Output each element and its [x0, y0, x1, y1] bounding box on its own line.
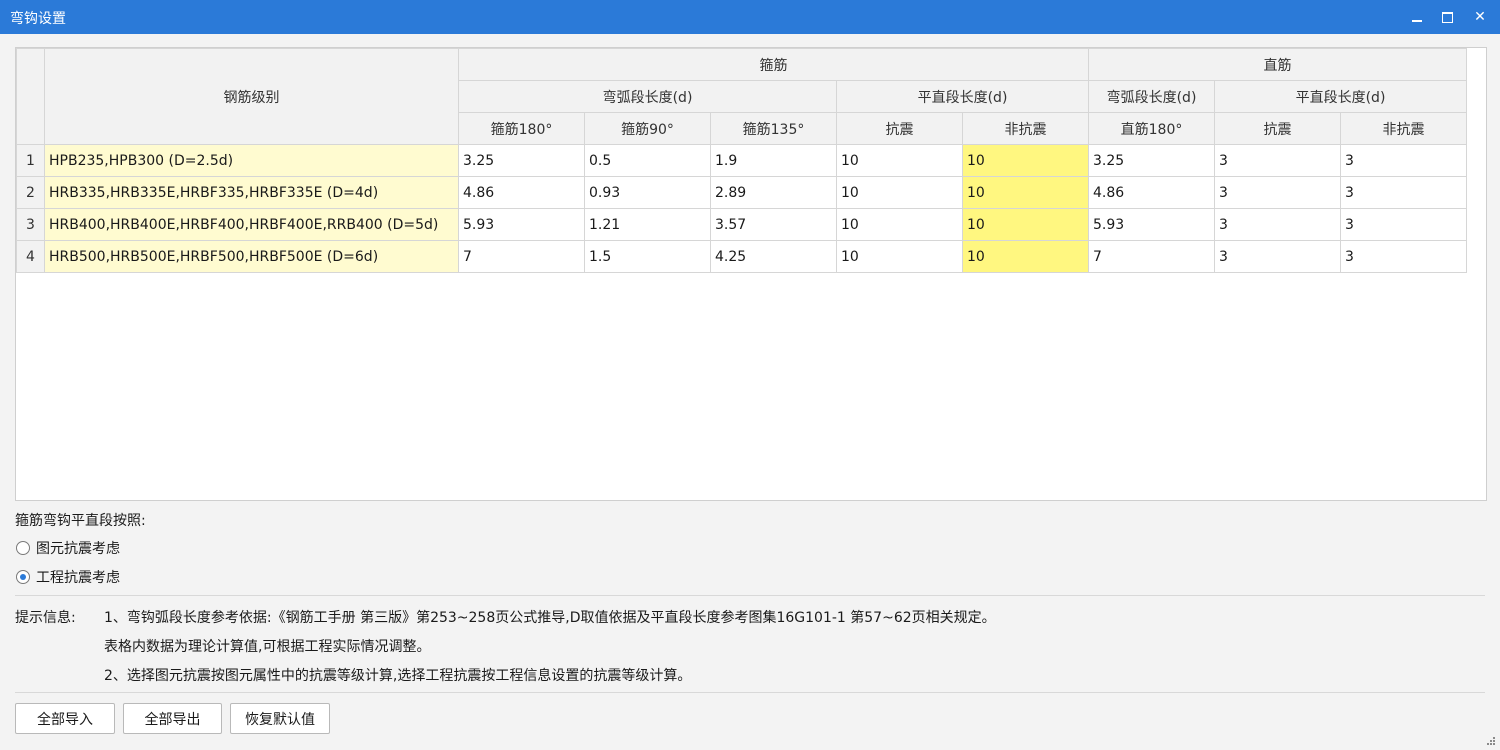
header-nonseismic: 非抗震: [962, 112, 1089, 145]
row-number[interactable]: 4: [16, 240, 45, 273]
minimize-icon[interactable]: [1403, 5, 1431, 29]
divider: [15, 692, 1485, 693]
header-stirrup-arc: 弯弧段长度(d): [458, 80, 837, 113]
hint-line-1: 1、弯钩弧段长度参考依据:《钢筋工手册 第三版》第253~258页公式推导,D取…: [104, 610, 996, 626]
cell-s180[interactable]: 4.86: [1088, 176, 1215, 209]
window-title: 弯钩设置: [10, 11, 66, 27]
cell-c180[interactable]: 4.86: [458, 176, 585, 209]
cell-c180[interactable]: 7: [458, 240, 585, 273]
grade-cell: HPB235,HPB300 (D=2.5d): [44, 144, 459, 177]
radio-icon[interactable]: [16, 541, 30, 555]
cell-c180[interactable]: 3.25: [458, 144, 585, 177]
header-stirrup-flat: 平直段长度(d): [836, 80, 1089, 113]
table-row: 3 HRB400,HRB400E,HRBF400,HRBF400E,RRB400…: [16, 208, 1467, 241]
close-icon[interactable]: ✕: [1466, 5, 1494, 29]
cell-seismic[interactable]: 10: [836, 144, 963, 177]
row-number[interactable]: 2: [16, 176, 45, 209]
cell-nonseismic[interactable]: 10: [962, 144, 1089, 177]
title-bar: 弯钩设置 ✕: [0, 0, 1500, 34]
resize-grip-icon[interactable]: [1486, 736, 1496, 746]
cell-s-nonseismic[interactable]: 3: [1340, 144, 1467, 177]
header-c135: 箍筋135°: [710, 112, 837, 145]
cell-s-seismic[interactable]: 3: [1214, 144, 1341, 177]
cell-s-nonseismic[interactable]: 3: [1340, 176, 1467, 209]
cell-s180[interactable]: 7: [1088, 240, 1215, 273]
header-straight: 直筋: [1088, 48, 1467, 81]
stirrup-option-label: 箍筋弯钩平直段按照:: [15, 513, 146, 529]
export-all-button[interactable]: 全部导出: [123, 703, 222, 734]
grade-cell: HRB500,HRB500E,HRBF500,HRBF500E (D=6d): [44, 240, 459, 273]
cell-s-seismic[interactable]: 3: [1214, 176, 1341, 209]
row-number[interactable]: 1: [16, 144, 45, 177]
cell-c135[interactable]: 2.89: [710, 176, 837, 209]
maximize-icon[interactable]: [1433, 5, 1461, 29]
import-all-button[interactable]: 全部导入: [15, 703, 115, 734]
cell-c90[interactable]: 1.21: [584, 208, 711, 241]
radio-selected-icon[interactable]: [16, 570, 30, 584]
table-row: 4 HRB500,HRB500E,HRBF500,HRBF500E (D=6d)…: [16, 240, 1467, 273]
cell-c90[interactable]: 1.5: [584, 240, 711, 273]
header-c180: 箍筋180°: [458, 112, 585, 145]
hook-settings-dialog: 弯钩设置 ✕ 钢筋级别 箍筋 直筋 弯弧段长度(d) 平直段长度(d) 弯弧段长…: [0, 0, 1500, 750]
header-straight-flat: 平直段长度(d): [1214, 80, 1467, 113]
cell-c180[interactable]: 5.93: [458, 208, 585, 241]
hook-settings-grid: 钢筋级别 箍筋 直筋 弯弧段长度(d) 平直段长度(d) 弯弧段长度(d) 平直…: [15, 47, 1487, 501]
cell-nonseismic[interactable]: 10: [962, 240, 1089, 273]
cell-seismic[interactable]: 10: [836, 240, 963, 273]
table-row: 1 HPB235,HPB300 (D=2.5d) 3.25 0.5 1.9 10…: [16, 144, 1467, 177]
hint-line-2: 表格内数据为理论计算值,可根据工程实际情况调整。: [104, 639, 431, 655]
hint-line-3: 2、选择图元抗震按图元属性中的抗震等级计算,选择工程抗震按工程信息设置的抗震等级…: [104, 668, 692, 684]
cell-nonseismic[interactable]: 10: [962, 208, 1089, 241]
cell-seismic[interactable]: 10: [836, 176, 963, 209]
cell-c135[interactable]: 1.9: [710, 144, 837, 177]
radio-label: 图元抗震考虑: [36, 541, 120, 557]
cell-c90[interactable]: 0.93: [584, 176, 711, 209]
cell-c135[interactable]: 3.57: [710, 208, 837, 241]
cell-s-seismic[interactable]: 3: [1214, 208, 1341, 241]
cell-seismic[interactable]: 10: [836, 208, 963, 241]
corner-cell: [16, 48, 45, 145]
table-row: 2 HRB335,HRB335E,HRBF335,HRBF335E (D=4d)…: [16, 176, 1467, 209]
radio-element-seismic[interactable]: 图元抗震考虑: [16, 538, 120, 558]
header-s-nonseismic: 非抗震: [1340, 112, 1467, 145]
cell-s180[interactable]: 5.93: [1088, 208, 1215, 241]
cell-s180[interactable]: 3.25: [1088, 144, 1215, 177]
header-c90: 箍筋90°: [584, 112, 711, 145]
cell-nonseismic[interactable]: 10: [962, 176, 1089, 209]
header-stirrup: 箍筋: [458, 48, 1089, 81]
row-number[interactable]: 3: [16, 208, 45, 241]
radio-project-seismic[interactable]: 工程抗震考虑: [16, 567, 120, 587]
cell-c135[interactable]: 4.25: [710, 240, 837, 273]
header-seismic: 抗震: [836, 112, 963, 145]
cell-s-nonseismic[interactable]: 3: [1340, 208, 1467, 241]
divider: [15, 595, 1485, 596]
header-grade: 钢筋级别: [44, 48, 459, 145]
radio-label: 工程抗震考虑: [36, 570, 120, 586]
cell-c90[interactable]: 0.5: [584, 144, 711, 177]
grade-cell: HRB400,HRB400E,HRBF400,HRBF400E,RRB400 (…: [44, 208, 459, 241]
cell-s-nonseismic[interactable]: 3: [1340, 240, 1467, 273]
header-straight-arc: 弯弧段长度(d): [1088, 80, 1215, 113]
cell-s-seismic[interactable]: 3: [1214, 240, 1341, 273]
hint-label: 提示信息:: [15, 610, 76, 626]
header-s-seismic: 抗震: [1214, 112, 1341, 145]
header-s180: 直筋180°: [1088, 112, 1215, 145]
restore-default-button[interactable]: 恢复默认值: [230, 703, 330, 734]
grade-cell: HRB335,HRB335E,HRBF335,HRBF335E (D=4d): [44, 176, 459, 209]
